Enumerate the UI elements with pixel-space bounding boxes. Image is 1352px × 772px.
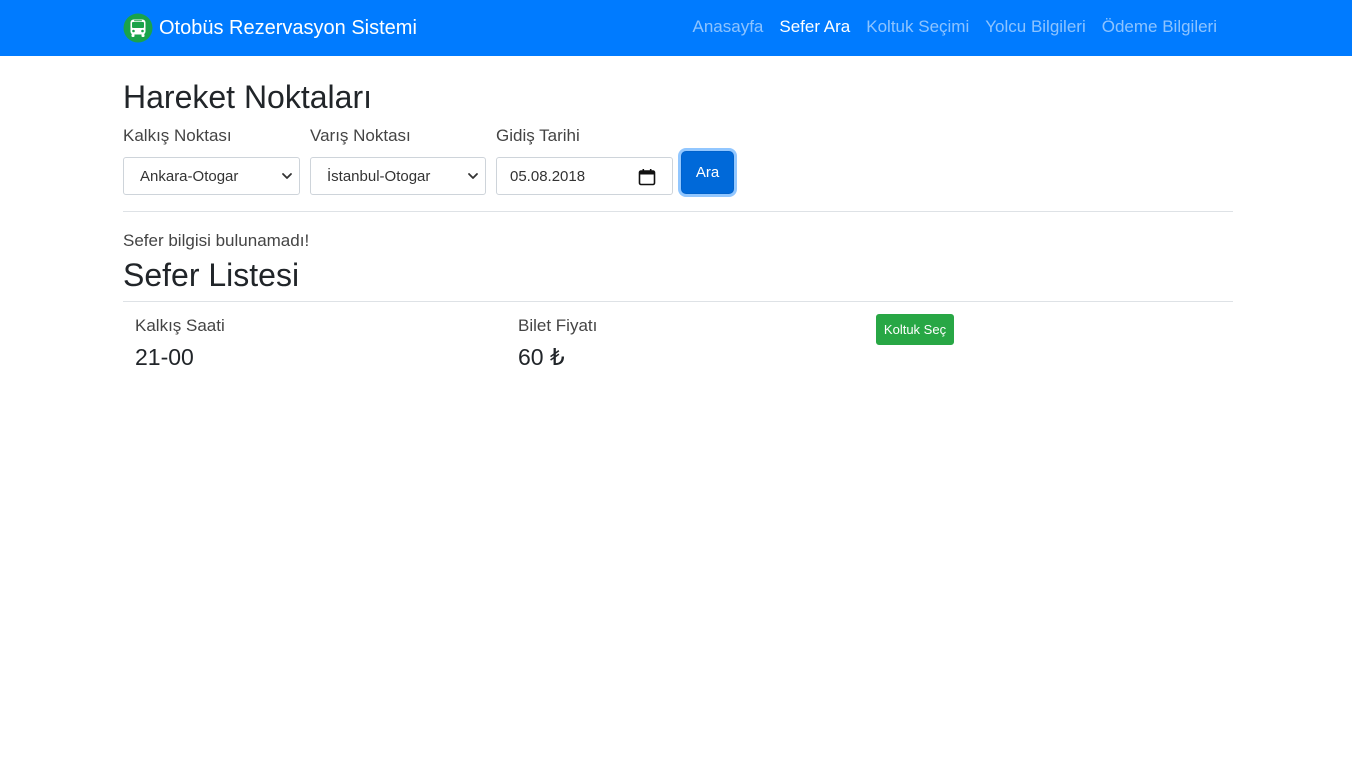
calendar-icon[interactable] [638,168,656,186]
brand-link[interactable]: Otobüs Rezervasyon Sistemi [123,12,417,44]
departure-select-value: Ankara-Otogar [140,167,239,185]
date-label: Gidiş Tarihi [496,126,580,145]
search-button[interactable]: Ara [681,151,734,194]
departure-select[interactable]: Ankara-Otogar [123,157,300,195]
chevron-down-icon [467,169,479,181]
bus-icon [123,13,153,43]
arrival-select[interactable]: İstanbul-Otogar [310,157,486,195]
brand-title: Otobüs Rezervasyon Sistemi [159,16,417,39]
chevron-down-icon [281,169,293,181]
trip-row: Kalkış Saati 21-00 Bilet Fiyatı 60 ₺ Kol… [123,302,1233,392]
arrival-select-value: İstanbul-Otogar [327,167,431,185]
date-input-value: 05.08.2018 [510,167,586,185]
arrival-label: Varış Noktası [310,126,411,145]
date-input[interactable]: 05.08.2018 [496,157,673,195]
divider [123,211,1233,212]
nav-link-passenger-info[interactable]: Yolcu Bilgileri [977,18,1093,35]
price-value: 60 ₺ [518,344,565,370]
departure-time-label: Kalkış Saati [135,316,225,335]
nav-link-search-trip[interactable]: Sefer Ara [771,18,858,35]
select-seat-button[interactable]: Koltuk Seç [876,314,954,345]
no-trip-notice: Sefer bilgisi bulunamadı! [123,231,310,250]
nav-links: Anasayfa Sefer Ara Koltuk Seçimi Yolcu B… [685,0,1226,56]
trip-list-title: Sefer Listesi [123,257,300,293]
price-label: Bilet Fiyatı [518,316,598,335]
nav-link-seat-selection[interactable]: Koltuk Seçimi [858,18,977,35]
navbar: Otobüs Rezervasyon Sistemi Anasayfa Sefe… [0,0,1352,56]
departure-time-value: 21-00 [135,344,194,370]
nav-link-payment-info[interactable]: Ödeme Bilgileri [1094,18,1225,35]
page-title: Hareket Noktaları [123,79,372,115]
departure-label: Kalkış Noktası [123,126,232,145]
nav-link-home[interactable]: Anasayfa [685,18,772,35]
